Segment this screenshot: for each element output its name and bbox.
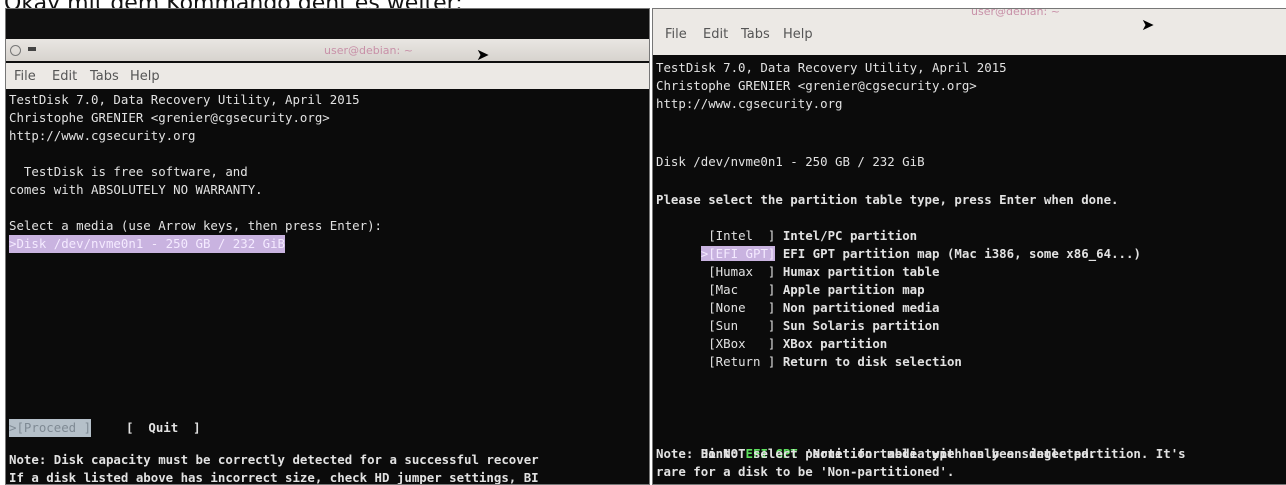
- menu-tabs[interactable]: Tabs: [741, 27, 770, 42]
- menu-tabs[interactable]: Tabs: [90, 69, 119, 84]
- terminal-line: Christophe GRENIER <grenier@cgsecurity.o…: [656, 78, 977, 93]
- terminal-line: TestDisk 7.0, Data Recovery Utility, Apr…: [656, 60, 1007, 75]
- proceed-button[interactable]: >[Proceed ]: [9, 419, 92, 437]
- titlebar: user@debian: ~ ➤: [6, 39, 649, 64]
- terminal-line: TestDisk is free software, and: [9, 164, 248, 179]
- disk-line: Disk /dev/nvme0n1 - 250 GB / 232 GiB: [656, 154, 925, 169]
- option-key: [Return ]: [700, 354, 776, 369]
- terminal-line: http://www.cgsecurity.org: [656, 96, 843, 111]
- menu-edit[interactable]: Edit: [703, 27, 728, 42]
- menu-file[interactable]: File: [665, 27, 687, 42]
- terminal-window-left: user@debian: ~ ➤ File Edit Tabs Help Tes…: [5, 8, 650, 485]
- terminal-window-right: user@debian: ~ ➤ File Edit Tabs Help Tes…: [652, 8, 1286, 485]
- menu-help[interactable]: Help: [130, 69, 160, 84]
- menu-file[interactable]: File: [14, 69, 36, 84]
- partition-option[interactable]: [Return ] Return to disk selection: [656, 335, 962, 389]
- window-title: user@debian: ~: [324, 44, 413, 57]
- terminal-line: http://www.cgsecurity.org: [9, 128, 196, 143]
- terminal-line: comes with ABSOLUTELY NO WARRANTY.: [9, 182, 263, 197]
- minimize-icon[interactable]: [28, 47, 36, 51]
- terminal-line: Select a media (use Arrow keys, then pre…: [9, 218, 382, 233]
- note-line: Note: Do NOT select 'None' for media wit…: [656, 446, 1186, 461]
- note-line: rare for a disk to be 'Non-partitioned'.: [656, 464, 955, 479]
- media-selection[interactable]: >Disk /dev/nvme0n1 - 250 GB / 232 GiB: [9, 235, 286, 253]
- mouse-cursor-icon: ➤: [476, 45, 490, 64]
- menubar: File Edit Tabs Help: [6, 63, 649, 90]
- quit-button[interactable]: [ Quit ]: [126, 419, 201, 437]
- note-line: Note: Disk capacity must be correctly de…: [9, 452, 539, 467]
- menubar: user@debian: ~ ➤ File Edit Tabs Help: [653, 9, 1286, 56]
- prompt-line: Please select the partition table type, …: [656, 192, 1119, 207]
- terminal-area[interactable]: TestDisk 7.0, Data Recovery Utility, Apr…: [6, 89, 649, 484]
- terminal-line: Christophe GRENIER <grenier@cgsecurity.o…: [9, 110, 330, 125]
- menu-help[interactable]: Help: [783, 27, 813, 42]
- terminal-area[interactable]: TestDisk 7.0, Data Recovery Utility, Apr…: [653, 55, 1286, 484]
- mouse-cursor-icon: ➤: [1141, 15, 1155, 34]
- window-menu-icon[interactable]: [10, 45, 21, 56]
- option-label: Return to disk selection: [775, 354, 962, 369]
- menu-edit[interactable]: Edit: [52, 69, 77, 84]
- terminal-line: TestDisk 7.0, Data Recovery Utility, Apr…: [9, 92, 360, 107]
- window-title: user@debian: ~: [971, 8, 1060, 18]
